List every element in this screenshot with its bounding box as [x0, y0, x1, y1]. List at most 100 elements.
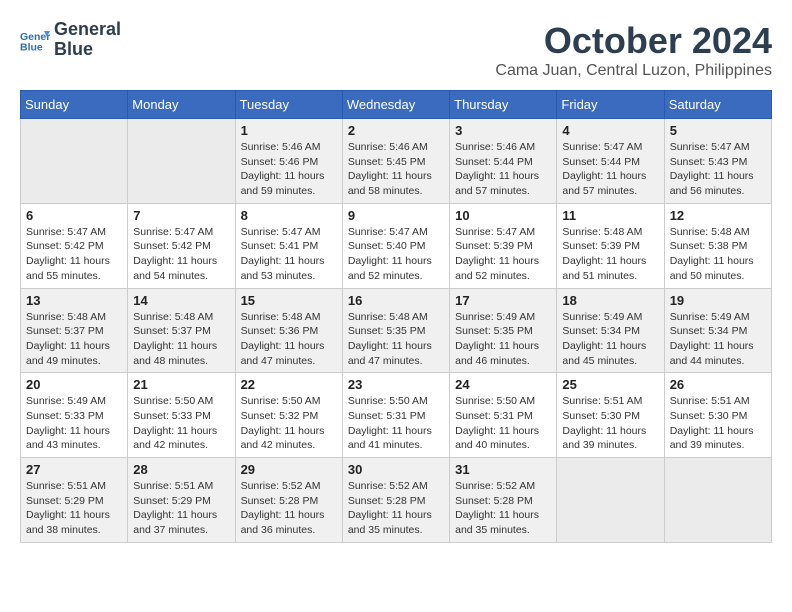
day-number: 30: [348, 462, 444, 477]
calendar-day-cell: 13 Sunrise: 5:48 AM Sunset: 5:37 PM Dayli…: [21, 288, 128, 373]
page-header: General Blue General Blue October 2024 C…: [20, 20, 772, 80]
calendar-day-cell: 5 Sunrise: 5:47 AM Sunset: 5:43 PM Daylig…: [664, 119, 771, 204]
day-info: Sunrise: 5:47 AM Sunset: 5:41 PM Dayligh…: [241, 225, 337, 284]
calendar-day-cell: 17 Sunrise: 5:49 AM Sunset: 5:35 PM Dayli…: [450, 288, 557, 373]
logo-icon: General Blue: [20, 25, 50, 55]
day-info: Sunrise: 5:51 AM Sunset: 5:29 PM Dayligh…: [26, 479, 122, 538]
day-info: Sunrise: 5:49 AM Sunset: 5:34 PM Dayligh…: [562, 310, 658, 369]
weekday-header: Friday: [557, 91, 664, 119]
calendar-week-row: 6 Sunrise: 5:47 AM Sunset: 5:42 PM Daylig…: [21, 203, 772, 288]
calendar-day-cell: 1 Sunrise: 5:46 AM Sunset: 5:46 PM Daylig…: [235, 119, 342, 204]
weekday-header: Thursday: [450, 91, 557, 119]
day-info: Sunrise: 5:52 AM Sunset: 5:28 PM Dayligh…: [348, 479, 444, 538]
calendar-day-cell: 21Sunrise: 5:50 AM Sunset: 5:33 PM Dayli…: [128, 373, 235, 458]
day-number: 17: [455, 293, 551, 308]
calendar-day-cell: 26 Sunrise: 5:51 AM Sunset: 5:30 PM Dayli…: [664, 373, 771, 458]
day-info: Sunrise: 5:46 AM Sunset: 5:45 PM Dayligh…: [348, 140, 444, 199]
day-info: Sunrise: 5:48 AM Sunset: 5:38 PM Dayligh…: [670, 225, 766, 284]
day-info: Sunrise: 5:47 AM Sunset: 5:42 PM Dayligh…: [133, 225, 229, 284]
calendar-day-cell: [557, 458, 664, 543]
calendar-day-cell: 10Sunrise: 5:47 AM Sunset: 5:39 PM Dayli…: [450, 203, 557, 288]
day-number: 13: [26, 293, 122, 308]
month-title: October 2024: [495, 20, 772, 62]
calendar-day-cell: 20 Sunrise: 5:49 AM Sunset: 5:33 PM Dayli…: [21, 373, 128, 458]
day-info: Sunrise: 5:47 AM Sunset: 5:40 PM Dayligh…: [348, 225, 444, 284]
calendar-day-cell: 27 Sunrise: 5:51 AM Sunset: 5:29 PM Dayli…: [21, 458, 128, 543]
day-number: 26: [670, 377, 766, 392]
calendar-day-cell: [128, 119, 235, 204]
day-info: Sunrise: 5:47 AM Sunset: 5:43 PM Dayligh…: [670, 140, 766, 199]
calendar-day-cell: 25 Sunrise: 5:51 AM Sunset: 5:30 PM Dayli…: [557, 373, 664, 458]
calendar-day-cell: 4Sunrise: 5:47 AM Sunset: 5:44 PM Daylig…: [557, 119, 664, 204]
day-info: Sunrise: 5:50 AM Sunset: 5:31 PM Dayligh…: [455, 394, 551, 453]
day-number: 11: [562, 208, 658, 223]
day-number: 25: [562, 377, 658, 392]
day-number: 24: [455, 377, 551, 392]
calendar-day-cell: 7Sunrise: 5:47 AM Sunset: 5:42 PM Daylig…: [128, 203, 235, 288]
weekday-header: Monday: [128, 91, 235, 119]
day-number: 1: [241, 123, 337, 138]
calendar-week-row: 20 Sunrise: 5:49 AM Sunset: 5:33 PM Dayli…: [21, 373, 772, 458]
calendar-day-cell: 18 Sunrise: 5:49 AM Sunset: 5:34 PM Dayli…: [557, 288, 664, 373]
calendar-day-cell: [21, 119, 128, 204]
weekday-header: Wednesday: [342, 91, 449, 119]
day-info: Sunrise: 5:49 AM Sunset: 5:35 PM Dayligh…: [455, 310, 551, 369]
calendar-table: SundayMondayTuesdayWednesdayThursdayFrid…: [20, 90, 772, 543]
calendar-day-cell: 16Sunrise: 5:48 AM Sunset: 5:35 PM Dayli…: [342, 288, 449, 373]
calendar-day-cell: 6 Sunrise: 5:47 AM Sunset: 5:42 PM Daylig…: [21, 203, 128, 288]
logo-line2: Blue: [54, 40, 121, 60]
day-number: 8: [241, 208, 337, 223]
calendar-day-cell: 24 Sunrise: 5:50 AM Sunset: 5:31 PM Dayli…: [450, 373, 557, 458]
day-info: Sunrise: 5:49 AM Sunset: 5:33 PM Dayligh…: [26, 394, 122, 453]
day-info: Sunrise: 5:47 AM Sunset: 5:39 PM Dayligh…: [455, 225, 551, 284]
logo-line1: General: [54, 20, 121, 40]
day-number: 23: [348, 377, 444, 392]
day-info: Sunrise: 5:48 AM Sunset: 5:37 PM Dayligh…: [26, 310, 122, 369]
day-info: Sunrise: 5:47 AM Sunset: 5:42 PM Dayligh…: [26, 225, 122, 284]
day-number: 16: [348, 293, 444, 308]
day-info: Sunrise: 5:51 AM Sunset: 5:29 PM Dayligh…: [133, 479, 229, 538]
day-info: Sunrise: 5:48 AM Sunset: 5:36 PM Dayligh…: [241, 310, 337, 369]
day-number: 19: [670, 293, 766, 308]
day-number: 9: [348, 208, 444, 223]
calendar-day-cell: 8 Sunrise: 5:47 AM Sunset: 5:41 PM Daylig…: [235, 203, 342, 288]
day-info: Sunrise: 5:47 AM Sunset: 5:44 PM Dayligh…: [562, 140, 658, 199]
calendar-week-row: 13 Sunrise: 5:48 AM Sunset: 5:37 PM Dayli…: [21, 288, 772, 373]
calendar-day-cell: 9 Sunrise: 5:47 AM Sunset: 5:40 PM Daylig…: [342, 203, 449, 288]
calendar-day-cell: 12 Sunrise: 5:48 AM Sunset: 5:38 PM Dayli…: [664, 203, 771, 288]
calendar-day-cell: [664, 458, 771, 543]
day-number: 22: [241, 377, 337, 392]
day-number: 3: [455, 123, 551, 138]
day-number: 6: [26, 208, 122, 223]
day-info: Sunrise: 5:46 AM Sunset: 5:46 PM Dayligh…: [241, 140, 337, 199]
day-info: Sunrise: 5:50 AM Sunset: 5:32 PM Dayligh…: [241, 394, 337, 453]
day-number: 5: [670, 123, 766, 138]
logo: General Blue General Blue: [20, 20, 121, 60]
day-info: Sunrise: 5:50 AM Sunset: 5:31 PM Dayligh…: [348, 394, 444, 453]
day-number: 15: [241, 293, 337, 308]
calendar-day-cell: 2Sunrise: 5:46 AM Sunset: 5:45 PM Daylig…: [342, 119, 449, 204]
day-number: 21: [133, 377, 229, 392]
day-number: 28: [133, 462, 229, 477]
calendar-day-cell: 29Sunrise: 5:52 AM Sunset: 5:28 PM Dayli…: [235, 458, 342, 543]
calendar-day-cell: 23 Sunrise: 5:50 AM Sunset: 5:31 PM Dayli…: [342, 373, 449, 458]
logo-text: General Blue: [54, 20, 121, 60]
title-section: October 2024 Cama Juan, Central Luzon, P…: [495, 20, 772, 80]
day-info: Sunrise: 5:51 AM Sunset: 5:30 PM Dayligh…: [670, 394, 766, 453]
day-info: Sunrise: 5:52 AM Sunset: 5:28 PM Dayligh…: [455, 479, 551, 538]
svg-text:Blue: Blue: [20, 41, 43, 53]
calendar-day-cell: 3 Sunrise: 5:46 AM Sunset: 5:44 PM Daylig…: [450, 119, 557, 204]
calendar-day-cell: 31Sunrise: 5:52 AM Sunset: 5:28 PM Dayli…: [450, 458, 557, 543]
day-info: Sunrise: 5:46 AM Sunset: 5:44 PM Dayligh…: [455, 140, 551, 199]
calendar-day-cell: 14Sunrise: 5:48 AM Sunset: 5:37 PM Dayli…: [128, 288, 235, 373]
day-number: 20: [26, 377, 122, 392]
day-number: 18: [562, 293, 658, 308]
day-number: 12: [670, 208, 766, 223]
weekday-header-row: SundayMondayTuesdayWednesdayThursdayFrid…: [21, 91, 772, 119]
calendar-day-cell: 11Sunrise: 5:48 AM Sunset: 5:39 PM Dayli…: [557, 203, 664, 288]
day-info: Sunrise: 5:48 AM Sunset: 5:37 PM Dayligh…: [133, 310, 229, 369]
day-info: Sunrise: 5:51 AM Sunset: 5:30 PM Dayligh…: [562, 394, 658, 453]
day-number: 27: [26, 462, 122, 477]
calendar-week-row: 1 Sunrise: 5:46 AM Sunset: 5:46 PM Daylig…: [21, 119, 772, 204]
weekday-header: Tuesday: [235, 91, 342, 119]
